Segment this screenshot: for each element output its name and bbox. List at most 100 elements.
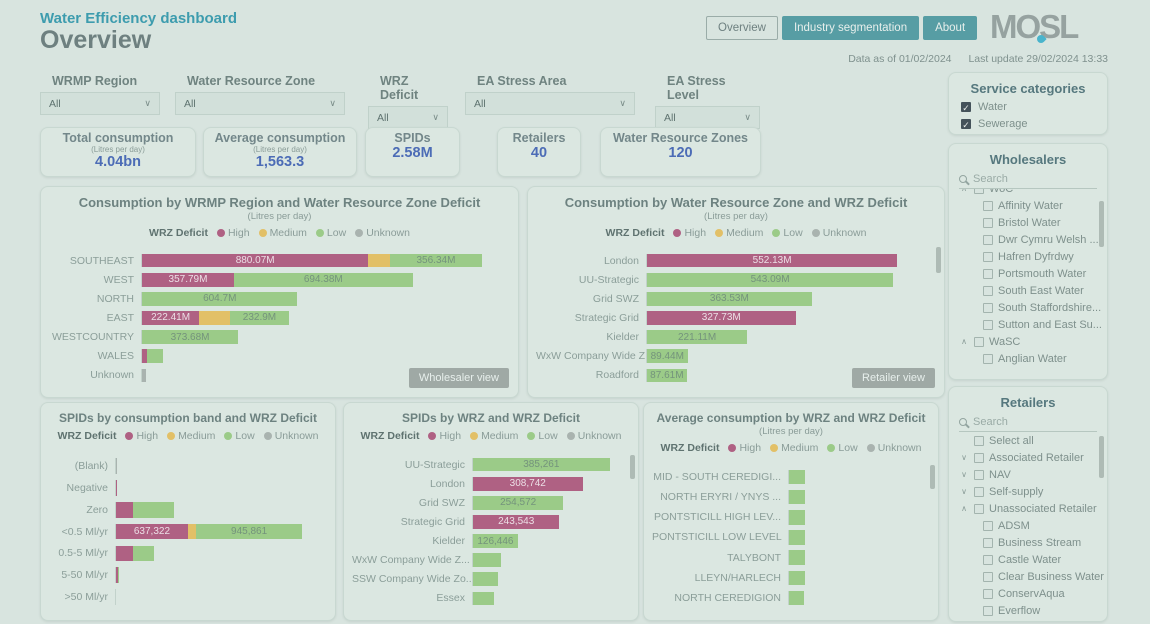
bar-segment-low[interactable]: [789, 591, 804, 606]
filter-dropdown-water-resource-zone[interactable]: All∨: [175, 92, 345, 115]
bar-segment-low[interactable]: 221.11M: [647, 330, 747, 344]
bar-track[interactable]: [115, 458, 319, 474]
bar-track[interactable]: 880.07M 356.34M: [141, 254, 502, 268]
bar-segment-medium[interactable]: [188, 524, 196, 540]
bar-track[interactable]: [115, 502, 319, 518]
bar-track[interactable]: 254,572: [472, 496, 622, 510]
checkbox-unchecked[interactable]: [983, 555, 993, 565]
checkbox-unchecked[interactable]: [974, 470, 984, 480]
bar-segment-high[interactable]: 222.41M: [142, 311, 199, 325]
bar-segment-medium[interactable]: [368, 254, 390, 268]
bar-track[interactable]: [788, 490, 922, 505]
bar-segment-low[interactable]: 385,261: [473, 458, 610, 472]
checkbox-unchecked[interactable]: [983, 286, 993, 296]
bar-track[interactable]: [472, 572, 622, 586]
bar-track[interactable]: 89.44M: [646, 349, 928, 363]
bar-segment-high[interactable]: 637,322: [116, 524, 188, 540]
bar-track[interactable]: [788, 470, 922, 485]
bar-track[interactable]: [115, 546, 319, 562]
bar-segment-low[interactable]: [789, 571, 805, 586]
bar-segment-high[interactable]: [116, 502, 133, 518]
wholesaler-item-anglian-water[interactable]: Anglian Water: [949, 350, 1107, 367]
wholesaler-item-hafren-dyfrdwy[interactable]: Hafren Dyfrdwy: [949, 248, 1107, 265]
checkbox-unchecked[interactable]: [974, 189, 984, 194]
bar-track[interactable]: [472, 592, 622, 606]
bar-segment-low[interactable]: 254,572: [473, 496, 563, 510]
chevron-up-icon[interactable]: ∧: [959, 504, 969, 513]
checkbox-unchecked[interactable]: [983, 538, 993, 548]
bar-segment-low[interactable]: 356.34M: [390, 254, 482, 268]
bar-segment-low[interactable]: [789, 530, 805, 545]
bar-track[interactable]: 243,543: [472, 515, 622, 529]
chevron-down-icon[interactable]: ∨: [959, 470, 969, 479]
bar-segment-low[interactable]: 945,861: [196, 524, 303, 540]
retailers-scrollbar[interactable]: [1099, 436, 1104, 478]
bar-track[interactable]: 126,446: [472, 534, 622, 548]
filter-dropdown-wrz-deficit[interactable]: All∨: [368, 106, 448, 129]
chevron-up-icon[interactable]: ∧: [959, 337, 969, 346]
bar-segment-high[interactable]: [116, 546, 133, 562]
retailer-item-everflow[interactable]: Everflow: [949, 602, 1107, 618]
bar-track[interactable]: 637,322 945,861: [115, 524, 319, 540]
bar-segment-unknown[interactable]: [116, 458, 117, 474]
checkbox-unchecked[interactable]: [983, 235, 993, 245]
bar-segment-low[interactable]: 126,446: [473, 534, 518, 548]
filter-dropdown-wrmp-region[interactable]: All∨: [40, 92, 160, 115]
bar-segment-low[interactable]: [789, 490, 805, 505]
bar-segment-low[interactable]: [133, 502, 174, 518]
service-category-water[interactable]: ✓Water: [949, 101, 1107, 113]
bar-segment-low[interactable]: [789, 510, 805, 525]
bar-segment-low[interactable]: 89.44M: [647, 349, 688, 363]
retailer-item-adsm[interactable]: ADSM: [949, 517, 1107, 534]
bar-segment-high[interactable]: [116, 480, 117, 496]
service-category-sewerage[interactable]: ✓Sewerage: [949, 118, 1107, 130]
retailer-item-select-all[interactable]: Select all: [949, 432, 1107, 449]
nav-about-button[interactable]: About: [923, 16, 977, 40]
bar-track[interactable]: [115, 567, 319, 583]
bar-segment-low[interactable]: [133, 546, 154, 562]
retailer-item-conservaqua[interactable]: ConservAqua: [949, 585, 1107, 602]
bar-segment-high[interactable]: 308,742: [473, 477, 583, 491]
bar-segment-high[interactable]: 880.07M: [142, 254, 368, 268]
bar-track[interactable]: [788, 510, 922, 525]
bar-track[interactable]: [141, 349, 502, 363]
retailer-item-castle-water[interactable]: Castle Water: [949, 551, 1107, 568]
checkbox-unchecked[interactable]: [974, 453, 984, 463]
wholesaler-item-affinity-water[interactable]: Affinity Water: [949, 197, 1107, 214]
bar-segment-low[interactable]: [147, 349, 163, 363]
bar-track[interactable]: 327.73M: [646, 311, 928, 325]
bar-track[interactable]: 604.7M: [141, 292, 502, 306]
checkbox-unchecked[interactable]: [983, 606, 993, 616]
retailer-view-button[interactable]: Retailer view: [852, 368, 935, 388]
bar-track[interactable]: 552.13M: [646, 254, 928, 268]
checkbox-unchecked[interactable]: [974, 487, 984, 497]
nav-overview-button[interactable]: Overview: [706, 16, 778, 40]
bar-track[interactable]: [472, 553, 622, 567]
bar-segment-high[interactable]: 327.73M: [647, 311, 796, 325]
bar-track[interactable]: [115, 480, 319, 496]
bar-track[interactable]: 373.68M: [141, 330, 502, 344]
wholesaler-item-sutton-and-east-su[interactable]: Sutton and East Su...: [949, 316, 1107, 333]
retailers-search-input[interactable]: [973, 416, 1097, 428]
bar-segment-low[interactable]: [473, 592, 494, 606]
chevron-down-icon[interactable]: ∨: [959, 453, 969, 462]
retailer-item-clear-business-water[interactable]: Clear Business Water: [949, 568, 1107, 585]
checkbox-unchecked[interactable]: [983, 218, 993, 228]
retailer-item-associated-retailer[interactable]: ∨Associated Retailer: [949, 449, 1107, 466]
checkbox-unchecked[interactable]: [983, 252, 993, 262]
checkbox-unchecked[interactable]: [983, 521, 993, 531]
wholesaler-item-dwr-cymru-welsh[interactable]: Dwr Cymru Welsh ...: [949, 231, 1107, 248]
bar-segment-low[interactable]: 604.7M: [142, 292, 297, 306]
retailer-item-business-stream[interactable]: Business Stream: [949, 534, 1107, 551]
bar-track[interactable]: 385,261: [472, 458, 622, 472]
bar-track[interactable]: [788, 530, 922, 545]
wholesaler-item-south-east-water[interactable]: South East Water: [949, 282, 1107, 299]
nav-industry-segmentation-button[interactable]: Industry segmentation: [782, 16, 919, 40]
checkbox-unchecked[interactable]: [974, 436, 984, 446]
bar-track[interactable]: 363.53M: [646, 292, 928, 306]
bar-segment-high[interactable]: 552.13M: [647, 254, 897, 268]
bar-segment-low[interactable]: 232.9M: [230, 311, 290, 325]
bar-track[interactable]: [788, 550, 922, 565]
bar-segment-low[interactable]: 363.53M: [647, 292, 812, 306]
checkbox-unchecked[interactable]: [983, 201, 993, 211]
